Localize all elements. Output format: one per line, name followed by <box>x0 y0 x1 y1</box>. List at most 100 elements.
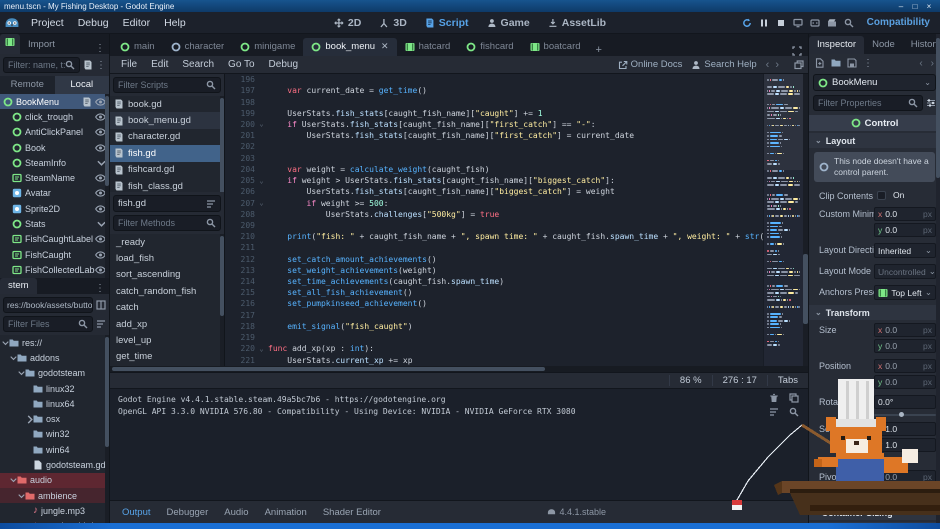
fs-item-godotsteam[interactable]: godotsteam <box>0 366 109 381</box>
property-tools-icon[interactable] <box>926 98 936 108</box>
code-minimap[interactable] <box>763 74 803 366</box>
code-line[interactable]: 198 <box>225 96 763 107</box>
scene-tab-book_menu[interactable]: book_menu✕ <box>303 38 396 56</box>
scene-node-FishCaughtLabel[interactable]: FishCaughtLabel <box>0 232 109 247</box>
fold-chevron-icon[interactable] <box>2 340 9 346</box>
clear-output-icon[interactable] <box>766 393 782 403</box>
bottom-tab-output[interactable]: Output <box>122 507 151 518</box>
method-item-sort_ascending[interactable]: sort_ascending <box>110 267 224 283</box>
scene-node-Book[interactable]: Book <box>0 140 109 155</box>
filesystem-options-icon[interactable]: ⋮ <box>91 283 109 294</box>
fold-chevron-icon[interactable] <box>10 355 17 361</box>
tab-import[interactable]: Import <box>20 36 63 54</box>
code-hscrollbar[interactable] <box>110 366 808 372</box>
inspector-scrollbar[interactable] <box>936 34 940 523</box>
fs-item-godotsteam-gdextension[interactable]: godotsteam.gdextension <box>0 457 109 472</box>
dropdown-field[interactable]: Inherited⌄ <box>874 243 936 258</box>
distraction-free-icon[interactable] <box>786 46 808 56</box>
close-button[interactable]: × <box>922 2 936 11</box>
code-line[interactable]: 210 print("fish: " + caught_fish_name + … <box>225 231 763 242</box>
bottom-tab-shader-editor[interactable]: Shader Editor <box>323 507 381 518</box>
scene-tab-boatcard[interactable]: boatcard <box>522 38 589 56</box>
code-line[interactable]: 217 <box>225 310 763 321</box>
menu-editor[interactable]: Editor <box>116 17 157 29</box>
filter-methods-input[interactable]: Filter Methods <box>113 215 221 231</box>
value-field[interactable]: y0.0px <box>874 375 936 389</box>
fold-chevron-icon[interactable] <box>18 370 25 376</box>
rotation-slider[interactable] <box>874 414 936 416</box>
script-menu-edit[interactable]: Edit <box>144 59 175 70</box>
value-field[interactable]: x0.0px <box>874 359 936 373</box>
number-field[interactable]: 0.0° <box>874 395 936 409</box>
value-field[interactable]: y0.0px <box>874 223 936 237</box>
workspace-script[interactable]: Script <box>418 15 476 31</box>
bottom-tab-audio[interactable]: Audio <box>224 507 248 518</box>
load-resource-icon[interactable] <box>831 58 841 68</box>
online-docs-button[interactable]: Online Docs <box>618 59 683 70</box>
dock-options-icon[interactable]: ⋮ <box>91 43 109 54</box>
new-resource-icon[interactable] <box>815 58 825 68</box>
checkbox-field[interactable]: On <box>874 189 936 201</box>
scene-node-BookMenu[interactable]: BookMenu <box>0 94 109 109</box>
fold-chevron-icon[interactable] <box>18 493 25 499</box>
search-help-button[interactable]: Search Help <box>691 59 756 70</box>
value-field[interactable]: y0.0px <box>874 486 936 500</box>
attach-script-icon[interactable] <box>83 60 93 70</box>
edited-node-selector[interactable]: BookMenu ⌄ <box>813 74 936 91</box>
close-tab-icon[interactable]: ✕ <box>381 41 389 52</box>
method-item-catch[interactable]: catch <box>110 300 224 316</box>
fs-item-addons[interactable]: addons <box>0 350 109 365</box>
copy-output-icon[interactable] <box>786 393 802 403</box>
scene-filter-input[interactable]: Filter: name, t:t <box>3 57 80 73</box>
menu-project[interactable]: Project <box>24 17 71 29</box>
scene-node-SteamInfo[interactable]: SteamInfo <box>0 155 109 170</box>
script-item-fishcard.gd[interactable]: fishcard.gd <box>110 162 224 178</box>
renderer-selector[interactable]: Compatibility <box>867 17 930 28</box>
fold-arrow-icon[interactable]: ⌄ <box>255 345 268 353</box>
workspace-2d[interactable]: 2D <box>327 15 368 31</box>
script-item-character.gd[interactable]: character.gd <box>110 129 224 145</box>
script-menu-go-to[interactable]: Go To <box>221 59 262 70</box>
menu-debug[interactable]: Debug <box>71 17 116 29</box>
fs-item-jungle-mp3[interactable]: ♪jungle.mp3 <box>0 503 109 518</box>
scene-tab-fishcard[interactable]: fishcard <box>458 38 521 56</box>
fold-arrow-icon[interactable]: ⌄ <box>255 177 268 185</box>
file-filter-input[interactable]: Filter Files <box>3 316 93 332</box>
maximize-button[interactable]: □ <box>908 2 922 11</box>
fs-item-audio[interactable]: audio <box>0 473 109 488</box>
dropdown-field[interactable]: Uncontrolled⌄ <box>874 264 936 279</box>
resource-options-icon[interactable]: ⋮ <box>863 58 873 69</box>
control-parent-warning[interactable]: This node doesn't have a control parent. <box>814 152 935 182</box>
code-line[interactable]: 201 UserStats.fish_stats[caught_fish_nam… <box>225 130 763 141</box>
link-values-icon[interactable] <box>874 454 936 464</box>
fs-item-ambience[interactable]: ambience <box>0 488 109 503</box>
method-item-load_fish[interactable]: load_fish <box>110 250 224 266</box>
method-item-get_time[interactable]: get_time <box>110 349 224 365</box>
script-menu-debug[interactable]: Debug <box>262 59 305 70</box>
scene-tab-minigame[interactable]: minigame <box>232 38 303 56</box>
current-script-box[interactable]: fish.gd <box>113 195 221 212</box>
method-item-level_up[interactable]: level_up <box>110 332 224 348</box>
script-history-arrows[interactable]: ‹› <box>766 59 785 71</box>
value-field[interactable]: y1.0 <box>874 438 936 452</box>
method-item-add_xp[interactable]: add_xp <box>110 316 224 332</box>
code-line[interactable]: 221 UserStats.current_xp += xp <box>225 354 763 365</box>
code-line[interactable]: 207⌄ if weight >= 500: <box>225 197 763 208</box>
fs-item-linux64[interactable]: linux64 <box>0 396 109 411</box>
new-scene-tab-button[interactable]: + <box>589 44 609 56</box>
fs-item-win32[interactable]: win32 <box>0 427 109 442</box>
sort-icon[interactable] <box>206 199 216 209</box>
code-line[interactable]: 211 <box>225 242 763 253</box>
code-line[interactable]: 212 set_catch_amount_achievements() <box>225 254 763 265</box>
tab-filesystem[interactable]: stem <box>0 278 37 294</box>
inspector-tab-inspector[interactable]: Inspector <box>809 36 864 54</box>
tab-local[interactable]: Local <box>55 76 110 94</box>
script-item-book.gd[interactable]: book.gd <box>110 96 224 112</box>
scene-node-click_trough[interactable]: click_trough <box>0 109 109 124</box>
scene-tab-hatcard[interactable]: hatcard <box>397 38 459 56</box>
fold-chevron-icon[interactable] <box>26 415 33 424</box>
split-view-icon[interactable] <box>96 300 106 310</box>
method-item-catch_random_fish[interactable]: catch_random_fish <box>110 283 224 299</box>
code-line[interactable]: 214 set_time_achievements(caught_fish.sp… <box>225 276 763 287</box>
scene-node-Sprite2D[interactable]: Sprite2D <box>0 201 109 216</box>
